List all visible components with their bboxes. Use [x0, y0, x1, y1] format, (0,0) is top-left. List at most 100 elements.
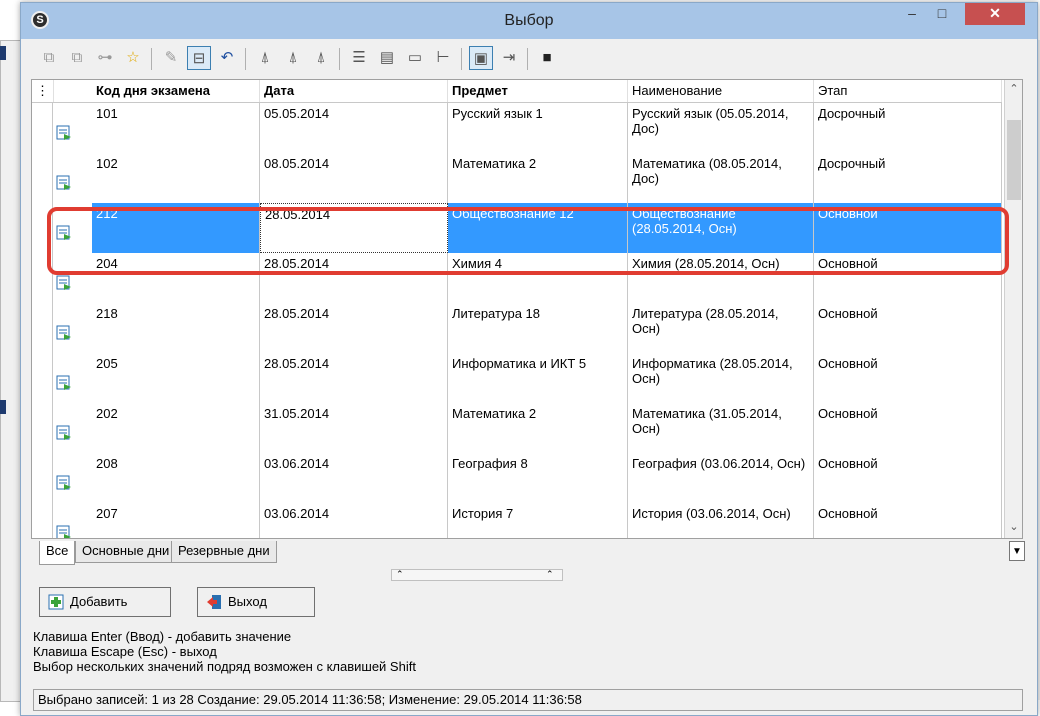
frame-icon[interactable]: ⊟ — [187, 46, 211, 70]
favorite-star-icon[interactable]: ☆ — [121, 46, 145, 70]
column-header-code[interactable]: Код дня экзамена — [92, 80, 260, 102]
cell-code[interactable]: 205 — [92, 353, 260, 403]
cell-subject[interactable]: Информатика и ИКТ 5 — [448, 353, 628, 403]
cell-name[interactable]: Информатика (28.05.2014, Осн) — [628, 353, 814, 403]
scroll-up-icon[interactable]: ⌃ — [1005, 80, 1022, 98]
cell-date[interactable]: 28.05.2014 — [260, 353, 448, 403]
maximize-button[interactable]: □ — [927, 3, 957, 25]
copy-icon[interactable]: ⧉ — [37, 46, 61, 70]
cell-name[interactable]: Литература (28.05.2014, Осн) — [628, 303, 814, 353]
record-icon[interactable] — [56, 125, 72, 141]
row-indicator[interactable] — [32, 253, 53, 303]
cell-date[interactable]: 05.05.2014 — [260, 103, 448, 153]
record-icon[interactable] — [56, 325, 72, 341]
table-row[interactable]: 218 28.05.2014 Литература 18 Литература (28… — [32, 303, 1002, 354]
cell-name[interactable]: Математика (31.05.2014, Осн) — [628, 403, 814, 453]
row-indicator[interactable] — [32, 153, 53, 203]
cell-name[interactable]: История (03.06.2014, Осн) — [628, 503, 814, 538]
export-icon[interactable]: ⇥ — [497, 46, 521, 70]
vertical-scrollbar[interactable]: ⌃ ⌄ — [1004, 80, 1022, 538]
cell-subject[interactable]: Обществознание 12 — [448, 203, 628, 253]
cell-stage[interactable]: Основной — [814, 353, 1002, 403]
undo-icon[interactable]: ↶ — [215, 46, 239, 70]
row-indicator[interactable] — [32, 503, 53, 538]
row-indicator[interactable] — [32, 403, 53, 453]
cell-date[interactable]: 28.05.2014 — [260, 253, 448, 303]
table-row[interactable]: 207 03.06.2014 История 7 История (03.06.201… — [32, 503, 1002, 538]
cell-stage[interactable]: Основной — [814, 453, 1002, 503]
record-icon[interactable] — [56, 225, 72, 241]
scroll-thumb[interactable] — [1007, 120, 1021, 200]
table-row[interactable]: 205 28.05.2014 Информатика и ИКТ 5 Информат… — [32, 353, 1002, 404]
scroll-down-icon[interactable]: ⌄ — [1005, 518, 1022, 536]
table-row[interactable]: 101 05.05.2014 Русский язык 1 Русский язык … — [32, 103, 1002, 154]
add-button[interactable]: Добавить — [39, 587, 171, 617]
tab-reserve-days[interactable]: Резервные дни — [171, 541, 277, 563]
row-indicator[interactable] — [32, 203, 53, 253]
cell-code[interactable]: 207 — [92, 503, 260, 538]
collapse-rows-icon[interactable]: ☰ — [347, 46, 371, 70]
table-row[interactable]: 208 03.06.2014 География 8 География (03.06… — [32, 453, 1002, 504]
edit-icon[interactable]: ✎ — [159, 46, 183, 70]
save-icon[interactable]: ■ — [535, 46, 559, 70]
cell-stage[interactable]: Досрочный — [814, 153, 1002, 203]
record-icon[interactable] — [56, 475, 72, 491]
cell-date[interactable]: 31.05.2014 — [260, 403, 448, 453]
row-indicator[interactable] — [32, 303, 53, 353]
cell-name[interactable]: Химия (28.05.2014, Осн) — [628, 253, 814, 303]
cell-code[interactable]: 101 — [92, 103, 260, 153]
cell-code[interactable]: 102 — [92, 153, 260, 203]
cell-name[interactable]: Русский язык (05.05.2014, Дос) — [628, 103, 814, 153]
cell-date[interactable]: 28.05.2014 — [260, 303, 448, 353]
cell-code[interactable]: 218 — [92, 303, 260, 353]
close-button[interactable]: ✕ — [965, 3, 1025, 25]
tab-main-days[interactable]: Основные дни — [75, 541, 177, 563]
table-row[interactable]: 212 28.05.2014 Обществознание 12 Обществозн… — [32, 203, 1002, 254]
cell-subject[interactable]: Литература 18 — [448, 303, 628, 353]
copy-multiple-icon[interactable]: ⧉ — [65, 46, 89, 70]
insert-row-icon[interactable]: ▭ — [403, 46, 427, 70]
cell-subject[interactable]: География 8 — [448, 453, 628, 503]
record-icon[interactable] — [56, 175, 72, 191]
cell-name[interactable]: Обществознание (28.05.2014, Осн) — [628, 203, 814, 253]
title-bar[interactable]: S Выбор – □ ✕ — [21, 3, 1037, 39]
cell-subject[interactable]: Математика 2 — [448, 403, 628, 453]
cell-date[interactable]: 08.05.2014 — [260, 153, 448, 203]
tabs-dropdown-icon[interactable]: ▼ — [1009, 541, 1025, 561]
cell-subject[interactable]: Математика 2 — [448, 153, 628, 203]
column-header-stage[interactable]: Этап — [814, 80, 1002, 102]
table-row[interactable]: 202 31.05.2014 Математика 2 Математика (31.… — [32, 403, 1002, 454]
cell-name[interactable]: Математика (08.05.2014, Дос) — [628, 153, 814, 203]
cell-code[interactable]: 212 — [92, 203, 260, 253]
filter-edit-icon[interactable]: ⍋ — [281, 46, 305, 70]
panel-splitter[interactable]: ⌃ ⌃ — [391, 569, 563, 581]
cell-stage[interactable]: Основной — [814, 503, 1002, 538]
table-icon[interactable]: ▤ — [375, 46, 399, 70]
hierarchy-icon[interactable]: ⊢ — [431, 46, 455, 70]
column-chooser-icon[interactable]: ⋮ — [32, 80, 54, 102]
filter-icon[interactable]: ⍋ — [253, 46, 277, 70]
filter-clear-icon[interactable]: ⍋ — [309, 46, 333, 70]
cell-date[interactable]: 03.06.2014 — [260, 503, 448, 538]
record-icon[interactable] — [56, 375, 72, 391]
cell-stage[interactable]: Основной — [814, 303, 1002, 353]
view-form-icon[interactable]: ▣ — [469, 46, 493, 70]
cell-subject[interactable]: История 7 — [448, 503, 628, 538]
table-row[interactable]: 204 28.05.2014 Химия 4 Химия (28.05.2014, О… — [32, 253, 1002, 304]
cell-date[interactable]: 28.05.2014 — [260, 203, 448, 253]
cell-code[interactable]: 208 — [92, 453, 260, 503]
cell-code[interactable]: 202 — [92, 403, 260, 453]
cell-code[interactable]: 204 — [92, 253, 260, 303]
column-header-name[interactable]: Наименование — [628, 80, 814, 102]
minimize-button[interactable]: – — [897, 3, 927, 25]
cell-stage[interactable]: Основной — [814, 203, 1002, 253]
row-indicator[interactable] — [32, 103, 53, 153]
exit-button[interactable]: Выход — [197, 587, 315, 617]
record-icon[interactable] — [56, 425, 72, 441]
row-indicator[interactable] — [32, 353, 53, 403]
cell-stage[interactable]: Основной — [814, 253, 1002, 303]
cell-subject[interactable]: Химия 4 — [448, 253, 628, 303]
cell-stage[interactable]: Основной — [814, 403, 1002, 453]
cell-stage[interactable]: Досрочный — [814, 103, 1002, 153]
row-indicator[interactable] — [32, 453, 53, 503]
